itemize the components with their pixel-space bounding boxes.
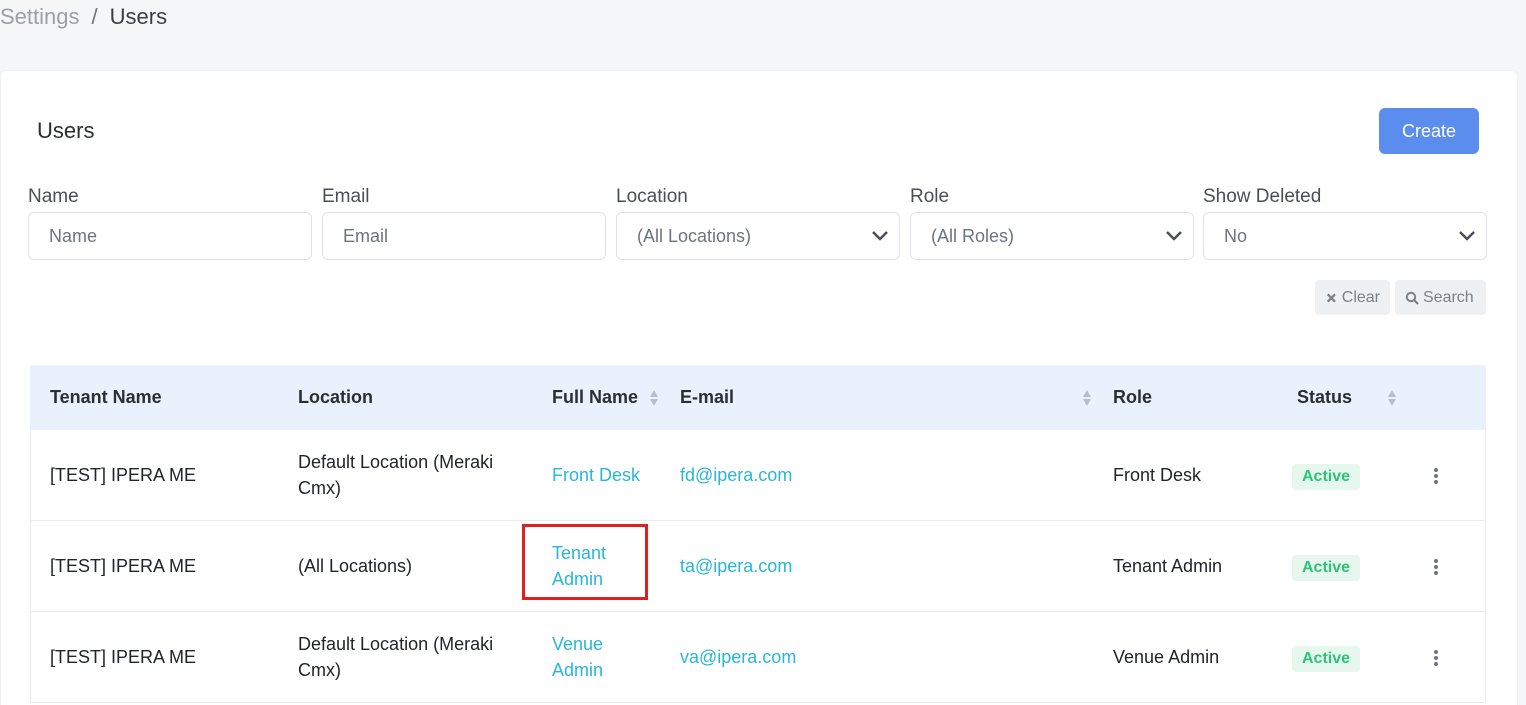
show-deleted-filter-label: Show Deleted bbox=[1203, 186, 1322, 207]
more-vertical-icon[interactable] bbox=[1431, 648, 1441, 668]
location-filter: Location (All Locations) bbox=[616, 186, 900, 260]
column-header-email[interactable]: E-mail bbox=[680, 387, 734, 408]
close-icon bbox=[1326, 293, 1336, 302]
email-input[interactable]: Email bbox=[322, 212, 606, 260]
column-header-location: Location bbox=[298, 387, 373, 407]
email-link[interactable]: ta@ipera.com bbox=[680, 553, 792, 579]
email-filter-label: Email bbox=[322, 186, 370, 207]
table-header: Tenant Name Location Full Name E-mail Ro… bbox=[30, 365, 1486, 430]
name-filter-label: Name bbox=[28, 186, 79, 207]
column-header-role: Role bbox=[1113, 387, 1153, 407]
status-badge: Active bbox=[1292, 646, 1361, 672]
role-cell: Front Desk bbox=[1113, 465, 1202, 485]
email-filter: Email Email bbox=[322, 186, 606, 260]
more-vertical-icon[interactable] bbox=[1431, 466, 1441, 486]
role-cell: Venue Admin bbox=[1113, 647, 1220, 667]
create-button[interactable]: Create bbox=[1379, 108, 1479, 154]
table-row: [TEST] IPERA ME Default Location (Meraki… bbox=[30, 612, 1486, 703]
location-cell: Default Location (Meraki Cmx) bbox=[298, 452, 494, 498]
role-select[interactable]: (All Roles) bbox=[910, 212, 1194, 260]
role-filter: Role (All Roles) bbox=[910, 186, 1194, 260]
show-deleted-select[interactable]: No bbox=[1203, 212, 1487, 260]
show-deleted-select-value: No bbox=[1224, 225, 1248, 246]
clear-button-label: Clear bbox=[1341, 288, 1380, 306]
search-button[interactable]: Search bbox=[1395, 280, 1486, 315]
breadcrumb-current: Users bbox=[109, 4, 168, 29]
breadcrumb: Settings / Users bbox=[0, 4, 167, 30]
email-link[interactable]: va@ipera.com bbox=[680, 644, 796, 670]
full-name-link[interactable]: Venue Admin bbox=[552, 631, 632, 683]
page-title: Users bbox=[37, 118, 95, 143]
table-row: [TEST] IPERA ME (All Locations) Tenant A… bbox=[30, 521, 1486, 612]
location-filter-label: Location bbox=[616, 186, 688, 207]
breadcrumb-settings-link[interactable]: Settings bbox=[0, 4, 80, 30]
breadcrumb-separator: / bbox=[91, 4, 98, 29]
status-badge: Active bbox=[1292, 555, 1361, 581]
email-link[interactable]: fd@ipera.com bbox=[680, 462, 792, 488]
name-input[interactable]: Name bbox=[28, 212, 312, 260]
column-header-status[interactable]: Status bbox=[1297, 387, 1352, 408]
name-filter: Name Name bbox=[28, 186, 312, 260]
sort-icon[interactable] bbox=[649, 389, 659, 407]
chevron-down-icon bbox=[1166, 231, 1182, 241]
search-icon bbox=[1405, 291, 1419, 305]
users-table: Tenant Name Location Full Name E-mail Ro… bbox=[30, 365, 1486, 703]
highlight-box bbox=[522, 524, 648, 600]
clear-button[interactable]: Clear bbox=[1315, 280, 1390, 315]
role-select-value: (All Roles) bbox=[931, 225, 1015, 246]
location-cell: (All Locations) bbox=[298, 556, 413, 576]
tenant-name-cell: [TEST] IPERA ME bbox=[50, 647, 197, 667]
tenant-name-cell: [TEST] IPERA ME bbox=[50, 556, 197, 576]
role-filter-label: Role bbox=[910, 186, 950, 207]
table-row: [TEST] IPERA ME Default Location (Meraki… bbox=[30, 430, 1486, 521]
sort-icon[interactable] bbox=[1082, 389, 1092, 407]
chevron-down-icon bbox=[872, 231, 888, 241]
location-select-value: (All Locations) bbox=[637, 225, 752, 246]
column-header-tenant-name: Tenant Name bbox=[50, 387, 162, 407]
location-select[interactable]: (All Locations) bbox=[616, 212, 900, 260]
role-cell: Tenant Admin bbox=[1113, 556, 1223, 576]
location-cell: Default Location (Meraki Cmx) bbox=[298, 634, 494, 680]
sort-icon[interactable] bbox=[1387, 389, 1397, 407]
tenant-name-cell: [TEST] IPERA ME bbox=[50, 465, 197, 485]
chevron-down-icon bbox=[1459, 231, 1475, 241]
more-vertical-icon[interactable] bbox=[1431, 557, 1441, 577]
full-name-link[interactable]: Front Desk bbox=[552, 462, 640, 488]
search-button-label: Search bbox=[1423, 288, 1474, 306]
status-badge: Active bbox=[1292, 464, 1361, 490]
show-deleted-filter: Show Deleted No bbox=[1203, 186, 1487, 260]
column-header-full-name[interactable]: Full Name bbox=[552, 387, 638, 408]
